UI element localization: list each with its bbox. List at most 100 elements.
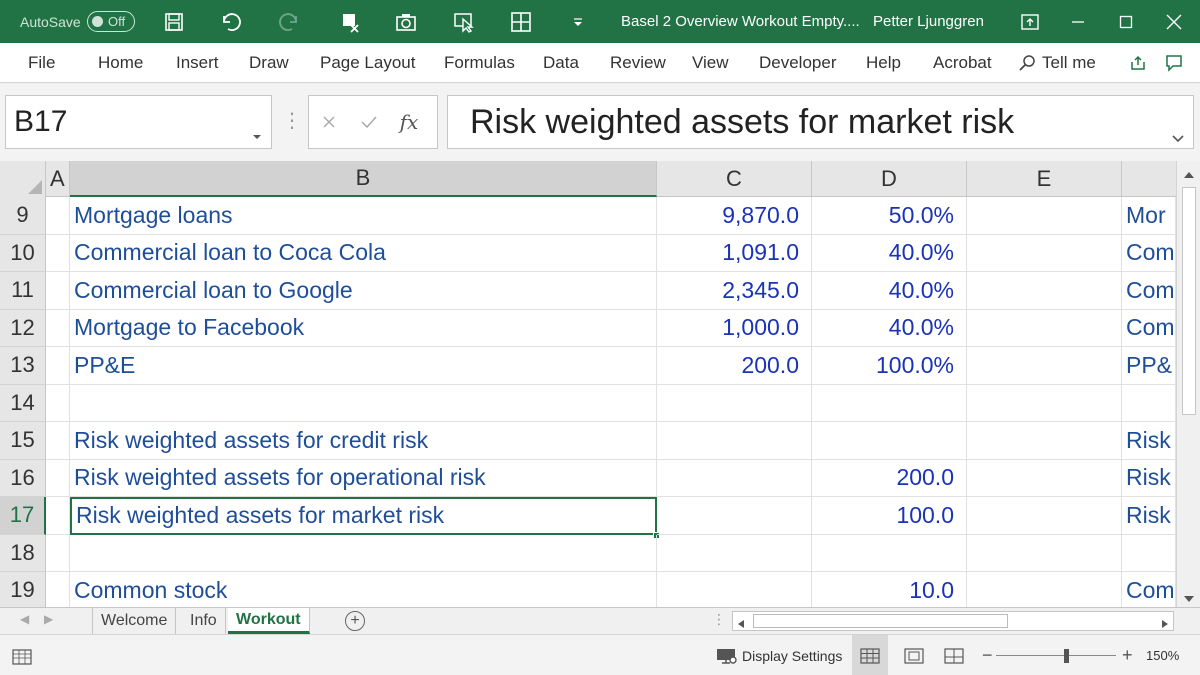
- chevron-down-icon[interactable]: [251, 116, 263, 150]
- display-settings-button[interactable]: Display Settings: [716, 635, 842, 675]
- scroll-left-icon[interactable]: [737, 616, 745, 634]
- cell-f[interactable]: Com: [1122, 309, 1176, 347]
- cell-e[interactable]: [967, 309, 1122, 347]
- cell-c[interactable]: [657, 422, 812, 460]
- clear-format-icon[interactable]: [334, 0, 366, 43]
- select-all-corner[interactable]: [0, 161, 46, 197]
- column-header-b[interactable]: B: [70, 161, 657, 197]
- tab-file[interactable]: File: [28, 43, 55, 83]
- cell-e[interactable]: [967, 197, 1122, 235]
- cell-d[interactable]: [812, 534, 967, 572]
- enter-check-icon[interactable]: [349, 114, 389, 130]
- cell-d[interactable]: 100.0: [812, 497, 967, 535]
- cell-a[interactable]: [46, 422, 70, 460]
- cell-d[interactable]: [812, 384, 967, 422]
- share-icon[interactable]: [1126, 51, 1150, 75]
- tell-me-search[interactable]: Tell me: [1018, 43, 1096, 83]
- cell-e[interactable]: [967, 497, 1122, 535]
- scroll-up-icon[interactable]: [1183, 167, 1195, 185]
- camera-icon[interactable]: [390, 0, 422, 43]
- ribbon-display-icon[interactable]: [1008, 0, 1052, 43]
- cell-f[interactable]: Risk: [1122, 497, 1176, 535]
- tab-data[interactable]: Data: [543, 43, 579, 83]
- column-header-c[interactable]: C: [657, 161, 812, 197]
- cell-d[interactable]: 100.0%: [812, 347, 967, 385]
- cell-a[interactable]: [46, 197, 70, 235]
- column-header-f[interactable]: [1122, 161, 1176, 197]
- cell-d[interactable]: 200.0: [812, 459, 967, 497]
- tab-insert[interactable]: Insert: [176, 43, 219, 83]
- row-header[interactable]: 17: [0, 497, 46, 535]
- insert-function-button[interactable]: fx: [389, 110, 429, 134]
- cell-b[interactable]: [70, 534, 657, 572]
- row-header[interactable]: 15: [0, 422, 46, 460]
- tab-formulas[interactable]: Formulas: [444, 43, 515, 83]
- tab-split-grip-icon[interactable]: ⋮: [712, 611, 726, 628]
- vertical-scrollbar[interactable]: [1176, 161, 1200, 607]
- cell-c[interactable]: [657, 497, 812, 535]
- autosave-toggle[interactable]: Off: [87, 11, 135, 32]
- row-header[interactable]: 9: [0, 197, 46, 235]
- sheet-tab-welcome[interactable]: Welcome: [92, 608, 177, 634]
- zoom-out-icon[interactable]: −: [982, 635, 993, 675]
- sheet-tab-info[interactable]: Info: [182, 608, 226, 634]
- tab-view[interactable]: View: [692, 43, 729, 83]
- cell-c[interactable]: [657, 572, 812, 607]
- page-break-view-icon[interactable]: [940, 635, 968, 675]
- cell-b[interactable]: Risk weighted assets for market risk: [70, 497, 657, 535]
- cell-c[interactable]: [657, 459, 812, 497]
- cell-d[interactable]: 40.0%: [812, 309, 967, 347]
- cell-a[interactable]: [46, 572, 70, 607]
- cell-a[interactable]: [46, 234, 70, 272]
- cell-f[interactable]: Com: [1122, 234, 1176, 272]
- cell-e[interactable]: [967, 234, 1122, 272]
- borders-icon[interactable]: [505, 0, 537, 43]
- add-sheet-icon[interactable]: +: [345, 611, 365, 631]
- name-box[interactable]: B17: [5, 95, 272, 149]
- row-header[interactable]: 13: [0, 347, 46, 385]
- tab-page-layout[interactable]: Page Layout: [320, 43, 415, 83]
- cell-f[interactable]: Com: [1122, 572, 1176, 607]
- cell-b[interactable]: PP&E: [70, 347, 657, 385]
- cell-c[interactable]: 1,091.0: [657, 234, 812, 272]
- cell-e[interactable]: [967, 572, 1122, 607]
- cell-d[interactable]: 40.0%: [812, 234, 967, 272]
- cell-b[interactable]: Common stock: [70, 572, 657, 607]
- cell-c[interactable]: 2,345.0: [657, 272, 812, 310]
- save-icon[interactable]: [158, 0, 190, 43]
- cell-a[interactable]: [46, 272, 70, 310]
- cell-e[interactable]: [967, 347, 1122, 385]
- customize-qat-icon[interactable]: [562, 0, 594, 43]
- cell-f[interactable]: [1122, 384, 1176, 422]
- undo-icon[interactable]: [214, 0, 246, 43]
- cell-b[interactable]: Commercial loan to Coca Cola: [70, 234, 657, 272]
- comments-icon[interactable]: [1162, 51, 1186, 75]
- row-header[interactable]: 16: [0, 459, 46, 497]
- prev-sheet-icon[interactable]: ◀: [20, 612, 29, 626]
- column-header-e[interactable]: E: [967, 161, 1122, 197]
- column-header-a[interactable]: A: [46, 161, 70, 197]
- tab-developer[interactable]: Developer: [759, 43, 837, 83]
- tab-help[interactable]: Help: [866, 43, 901, 83]
- tab-draw[interactable]: Draw: [249, 43, 289, 83]
- cell-f[interactable]: Com: [1122, 272, 1176, 310]
- cell-e[interactable]: [967, 459, 1122, 497]
- cell-a[interactable]: [46, 384, 70, 422]
- row-header[interactable]: 19: [0, 572, 46, 607]
- tab-acrobat[interactable]: Acrobat: [933, 43, 992, 83]
- close-icon[interactable]: [1152, 0, 1196, 43]
- cancel-icon[interactable]: [309, 114, 349, 130]
- horizontal-scroll-thumb[interactable]: [753, 614, 1008, 628]
- column-header-d[interactable]: D: [812, 161, 967, 197]
- cell-d[interactable]: 10.0: [812, 572, 967, 607]
- cell-d[interactable]: 40.0%: [812, 272, 967, 310]
- maximize-icon[interactable]: [1104, 0, 1148, 43]
- cell-c[interactable]: 9,870.0: [657, 197, 812, 235]
- vertical-scroll-thumb[interactable]: [1182, 187, 1196, 415]
- cell-e[interactable]: [967, 422, 1122, 460]
- cell-a[interactable]: [46, 459, 70, 497]
- horizontal-scrollbar[interactable]: [732, 611, 1174, 631]
- cell-c[interactable]: 200.0: [657, 347, 812, 385]
- next-sheet-icon[interactable]: ▶: [44, 612, 53, 626]
- zoom-slider[interactable]: [996, 635, 1116, 675]
